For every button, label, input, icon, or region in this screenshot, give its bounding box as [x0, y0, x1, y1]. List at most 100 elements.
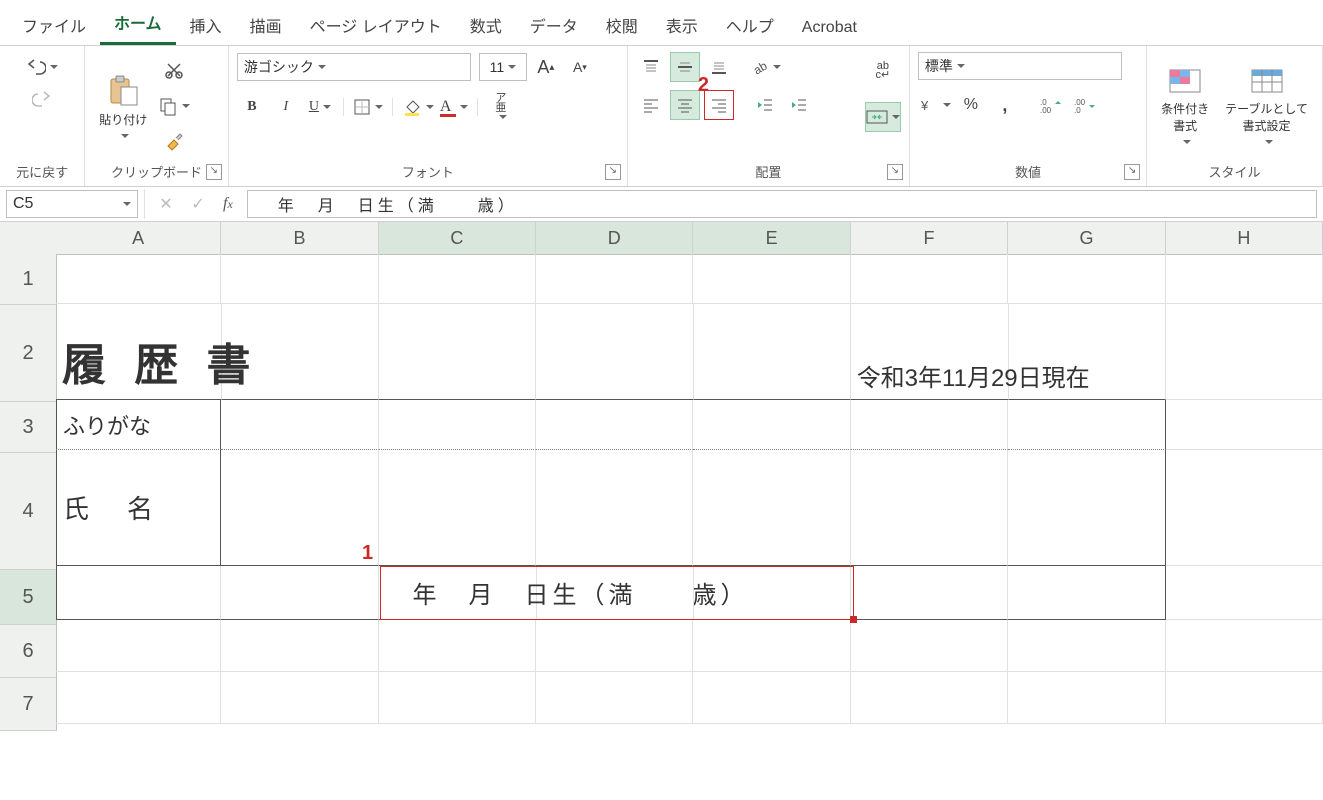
format-painter-button[interactable] [159, 127, 189, 157]
row-header-2[interactable]: 2 [0, 305, 57, 402]
row-header-5[interactable]: 5 [0, 570, 57, 625]
menu-help[interactable]: ヘルプ [712, 7, 788, 45]
phonetic-button[interactable]: ア亜 [486, 92, 516, 122]
formula-input[interactable]: 年 月 日生（満 歳） [247, 190, 1317, 218]
row-header-4[interactable]: 4 [0, 453, 57, 570]
menu-pagelayout[interactable]: ページ レイアウト [296, 7, 456, 45]
cell-C2[interactable] [379, 304, 536, 400]
menu-home[interactable]: ホーム [100, 4, 176, 45]
cell-G1[interactable] [1008, 254, 1165, 304]
italic-button[interactable]: I [271, 92, 301, 122]
increase-indent-button[interactable] [784, 90, 814, 120]
number-format-select[interactable]: 標準 [918, 52, 1122, 80]
align-center-button[interactable] [670, 90, 700, 120]
cell-C1[interactable] [379, 254, 536, 304]
merge-cells-button[interactable] [865, 102, 901, 132]
row-header-3[interactable]: 3 [0, 402, 57, 453]
format-as-table-button[interactable]: テーブルとして 書式設定 [1219, 62, 1314, 150]
cell-A7[interactable] [56, 672, 221, 724]
clipboard-launcher[interactable]: ↘ [206, 164, 222, 180]
cell-F1[interactable] [851, 254, 1008, 304]
decrease-decimal-button[interactable]: .00.0 [1070, 90, 1100, 120]
cell-E4[interactable] [693, 450, 850, 566]
menu-file[interactable]: ファイル [8, 7, 100, 45]
increase-font-button[interactable]: A▴ [531, 52, 561, 82]
cell-H2[interactable] [1166, 304, 1323, 400]
bold-button[interactable]: B [237, 92, 267, 122]
menu-acrobat[interactable]: Acrobat [788, 13, 871, 45]
cell-D5[interactable] [537, 566, 694, 620]
cells-area[interactable]: 履 歴 書令和3年11月29日現在ふりがな氏 名 年 月 日生（満 歳）1 [56, 254, 1323, 724]
align-bottom-button[interactable] [704, 52, 734, 82]
column-header-B[interactable]: B [221, 222, 378, 255]
cell-D7[interactable] [536, 672, 693, 724]
cell-G3[interactable] [1008, 400, 1165, 450]
menu-data[interactable]: データ [516, 7, 592, 45]
conditional-format-button[interactable]: 条件付き 書式 [1155, 62, 1215, 150]
menu-formulas[interactable]: 数式 [456, 7, 516, 45]
font-launcher[interactable]: ↘ [605, 164, 621, 180]
column-header-E[interactable]: E [693, 222, 850, 255]
column-header-H[interactable]: H [1166, 222, 1323, 255]
cell-E6[interactable] [693, 620, 850, 672]
cut-button[interactable] [159, 55, 189, 85]
cell-H5[interactable] [1166, 566, 1323, 620]
decrease-font-button[interactable]: A▾ [565, 52, 595, 82]
cell-A3[interactable]: ふりがな [56, 400, 221, 450]
cell-G7[interactable] [1008, 672, 1165, 724]
accounting-format-button[interactable]: ¥ [918, 90, 952, 120]
cell-B7[interactable] [221, 672, 378, 724]
cell-B2[interactable] [222, 304, 379, 400]
redo-button[interactable] [27, 84, 57, 114]
cell-E1[interactable] [693, 254, 850, 304]
cell-A1[interactable] [56, 254, 221, 304]
increase-decimal-button[interactable]: .0.00 [1036, 90, 1066, 120]
cell-G2[interactable] [1009, 304, 1166, 400]
cell-G6[interactable] [1008, 620, 1165, 672]
copy-button[interactable] [157, 91, 191, 121]
cell-D4[interactable] [536, 450, 693, 566]
cell-C6[interactable] [379, 620, 536, 672]
cell-F2[interactable]: 令和3年11月29日現在 [851, 304, 1009, 400]
cell-A4[interactable]: 氏 名 [56, 450, 221, 566]
cell-H7[interactable] [1166, 672, 1323, 724]
paste-button[interactable]: 貼り付け [93, 69, 153, 144]
cell-A2[interactable]: 履 歴 書 [56, 304, 222, 400]
cell-F7[interactable] [851, 672, 1008, 724]
cancel-formula-button[interactable]: ✕ [151, 189, 181, 219]
menu-review[interactable]: 校閲 [592, 7, 652, 45]
font-size-select[interactable]: 11 [479, 53, 527, 81]
column-header-F[interactable]: F [851, 222, 1008, 255]
decrease-indent-button[interactable] [750, 90, 780, 120]
cell-B6[interactable] [221, 620, 378, 672]
column-header-C[interactable]: C [379, 222, 536, 255]
comma-button[interactable]: , [990, 90, 1020, 120]
percent-button[interactable]: % [956, 90, 986, 120]
align-launcher[interactable]: ↘ [887, 164, 903, 180]
cell-B5[interactable] [221, 566, 378, 620]
cell-F4[interactable] [851, 450, 1008, 566]
row-header-6[interactable]: 6 [0, 625, 57, 678]
align-left-button[interactable] [636, 90, 666, 120]
cell-A6[interactable] [56, 620, 221, 672]
cell-E2[interactable] [694, 304, 851, 400]
cell-E7[interactable] [693, 672, 850, 724]
cell-E5[interactable] [694, 566, 851, 620]
underline-button[interactable]: U [305, 92, 335, 122]
cell-H1[interactable] [1166, 254, 1323, 304]
row-header-7[interactable]: 7 [0, 678, 57, 731]
cell-C3[interactable] [379, 400, 536, 450]
cell-D2[interactable] [536, 304, 693, 400]
select-all-corner[interactable] [0, 222, 57, 255]
cell-B4[interactable] [221, 450, 378, 566]
enter-formula-button[interactable]: ✓ [183, 189, 213, 219]
menu-insert[interactable]: 挿入 [176, 7, 236, 45]
menu-draw[interactable]: 描画 [236, 7, 296, 45]
cell-F5[interactable] [851, 566, 1008, 620]
number-launcher[interactable]: ↘ [1124, 164, 1140, 180]
column-header-G[interactable]: G [1008, 222, 1165, 255]
align-right-button[interactable] [704, 90, 734, 120]
cell-B3[interactable] [221, 400, 378, 450]
cell-H4[interactable] [1166, 450, 1323, 566]
cell-D6[interactable] [536, 620, 693, 672]
